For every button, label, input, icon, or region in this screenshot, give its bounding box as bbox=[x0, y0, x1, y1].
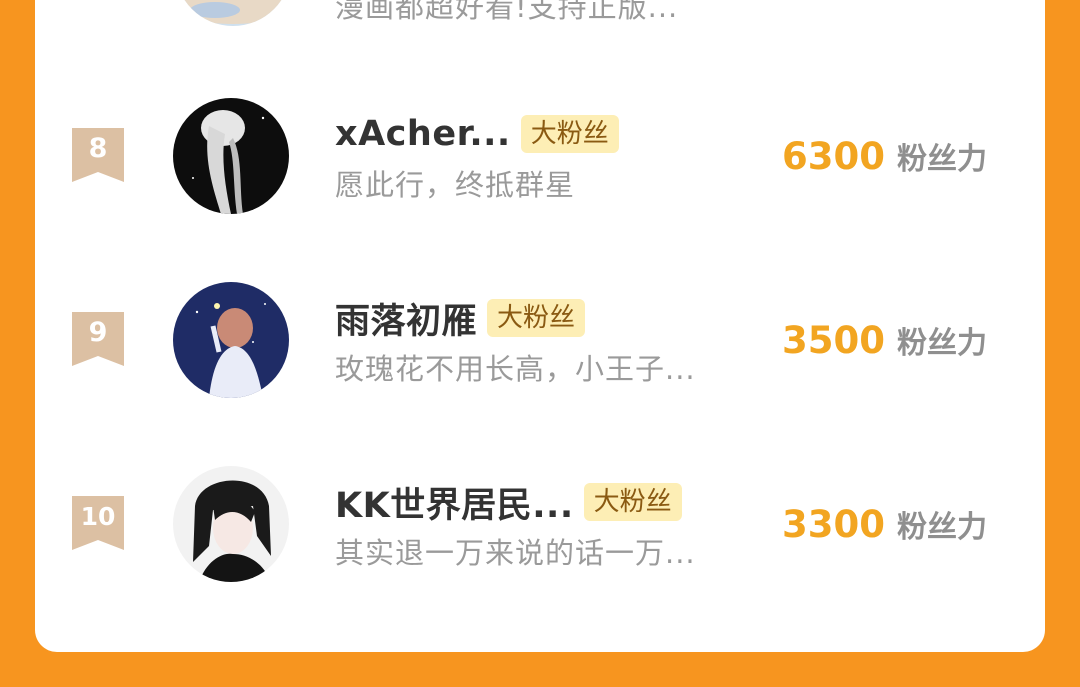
fan-power: 3300 粉丝力 bbox=[782, 502, 987, 546]
fan-power-unit: 粉丝力 bbox=[897, 510, 987, 545]
avatar[interactable] bbox=[173, 98, 289, 214]
fan-power-unit: 粉丝力 bbox=[897, 142, 987, 177]
rank-number: 8 bbox=[88, 133, 108, 164]
fan-power-value: 6300 bbox=[782, 135, 885, 178]
avatar[interactable] bbox=[173, 282, 289, 398]
user-name[interactable]: xAcher... bbox=[335, 114, 511, 154]
fan-ranking-card: 漫画都超好看!支持正版... 8 xAcher... 大粉丝 愿此行，终抵群星 bbox=[35, 0, 1045, 652]
rank-badge: 10 bbox=[72, 496, 124, 550]
rank-badge: 8 bbox=[72, 128, 124, 182]
fan-level-badge: 大粉丝 bbox=[487, 299, 586, 337]
user-name[interactable]: 雨落初雁 bbox=[335, 293, 477, 344]
user-bio: 其实退一万来说的话一万... bbox=[335, 536, 696, 570]
fan-power-unit: 粉丝力 bbox=[897, 326, 987, 361]
ranking-row[interactable]: 8 xAcher... 大粉丝 愿此行，终抵群星 6300 粉丝力 bbox=[35, 98, 1045, 218]
user-bio: 玫瑰花不用长高，小王子... bbox=[335, 352, 696, 386]
avatar[interactable] bbox=[173, 466, 289, 582]
fan-power: 3500 粉丝力 bbox=[782, 318, 987, 362]
fan-level-badge: 大粉丝 bbox=[520, 115, 619, 153]
ranking-row[interactable]: 10 KK世界居民... 大粉丝 其实退一万来说的话一万... 3300 粉丝力 bbox=[35, 466, 1045, 586]
user-bio: 愿此行，终抵群星 bbox=[335, 168, 576, 202]
fan-level-badge: 大粉丝 bbox=[583, 483, 682, 521]
fan-power-value: 3500 bbox=[782, 319, 885, 362]
fan-power-value: 3300 bbox=[782, 503, 885, 546]
ranking-row-previous[interactable]: 漫画都超好看!支持正版... bbox=[35, 0, 1045, 30]
user-bio: 漫画都超好看!支持正版... bbox=[335, 0, 679, 24]
ranking-row[interactable]: 9 雨落初雁 大粉丝 玫瑰花不用长高，小王子... 3500 粉丝力 bbox=[35, 282, 1045, 402]
rank-badge: 9 bbox=[72, 312, 124, 366]
fan-power: 6300 粉丝力 bbox=[782, 134, 987, 178]
user-name[interactable]: KK世界居民... bbox=[335, 477, 574, 528]
rank-number: 9 bbox=[88, 317, 108, 348]
avatar[interactable] bbox=[175, 0, 291, 26]
rank-number: 10 bbox=[80, 502, 116, 531]
